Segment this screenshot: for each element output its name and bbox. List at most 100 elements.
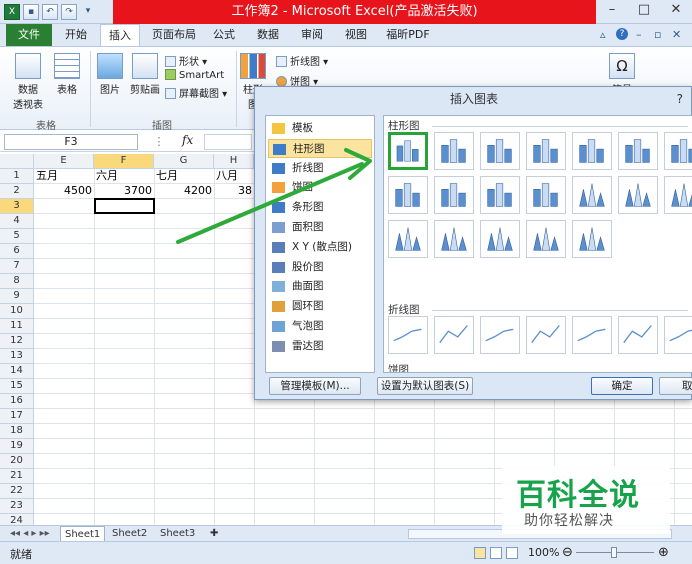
- dialog-help-button[interactable]: ?: [677, 87, 683, 111]
- row-header[interactable]: 9: [0, 289, 34, 304]
- column-subtype-thumbnail[interactable]: [572, 176, 612, 214]
- row-header[interactable]: 15: [0, 379, 34, 394]
- line-subtype-thumbnail[interactable]: [618, 316, 658, 354]
- row-header[interactable]: 22: [0, 484, 34, 499]
- close-button[interactable]: ✕: [660, 0, 692, 22]
- category-item-xy-scatter[interactable]: X Y (散点图): [268, 238, 372, 257]
- undo-icon[interactable]: ↶: [42, 4, 58, 20]
- row-header[interactable]: 3: [0, 199, 34, 214]
- clipart-button[interactable]: 剪贴画: [128, 53, 162, 96]
- tab-insert[interactable]: 插入: [100, 24, 140, 46]
- formula-input[interactable]: [204, 134, 252, 150]
- row-header[interactable]: 14: [0, 364, 34, 379]
- column-subtype-thumbnail[interactable]: [526, 132, 566, 170]
- page-layout-view-icon[interactable]: [490, 547, 502, 559]
- category-item-surface[interactable]: 曲面图: [268, 277, 372, 296]
- category-item-doughnut[interactable]: 圆环图: [268, 297, 372, 316]
- cell-G1[interactable]: 七月: [154, 169, 214, 184]
- normal-view-icon[interactable]: [474, 547, 486, 559]
- function-icon[interactable]: fx: [182, 133, 193, 147]
- column-subtype-thumbnail[interactable]: [480, 132, 520, 170]
- category-item-stock[interactable]: 股价图: [268, 258, 372, 277]
- insert-sheet-icon[interactable]: ✚: [206, 526, 222, 542]
- help-icon[interactable]: ?: [616, 28, 628, 40]
- row-header[interactable]: 16: [0, 394, 34, 409]
- column-subtype-thumbnail[interactable]: [664, 132, 692, 170]
- manage-templates-button[interactable]: 管理模板(M)...: [269, 377, 361, 395]
- column-subtype-thumbnail[interactable]: [572, 132, 612, 170]
- pivot-table-button[interactable]: 数据 透视表: [8, 53, 48, 111]
- tab-file[interactable]: 文件: [6, 24, 52, 46]
- tab-data[interactable]: 数据: [250, 24, 286, 46]
- page-break-view-icon[interactable]: [506, 547, 518, 559]
- tab-page-layout[interactable]: 页面布局: [146, 24, 202, 46]
- zoom-out-icon[interactable]: ⊖: [562, 545, 573, 560]
- category-item-column[interactable]: 柱形图: [268, 138, 372, 158]
- column-subtype-thumbnail[interactable]: [480, 176, 520, 214]
- column-subtype-thumbnail[interactable]: [388, 132, 428, 170]
- line-chart-button[interactable]: 折线图 ▾: [276, 53, 328, 68]
- category-item-bubble[interactable]: 气泡图: [268, 317, 372, 336]
- column-subtype-thumbnail[interactable]: [664, 176, 692, 214]
- cell-H1[interactable]: 八月: [214, 169, 254, 184]
- cancel-button[interactable]: 取消: [659, 377, 692, 395]
- line-subtype-thumbnail[interactable]: [664, 316, 692, 354]
- column-header[interactable]: E: [34, 154, 94, 169]
- category-item-bar[interactable]: 条形图: [268, 198, 372, 217]
- category-item-pie[interactable]: 饼图: [268, 178, 372, 197]
- select-all-corner[interactable]: [0, 154, 34, 169]
- row-header[interactable]: 17: [0, 409, 34, 424]
- column-subtype-thumbnail[interactable]: [618, 132, 658, 170]
- redo-icon[interactable]: ↷: [61, 4, 77, 20]
- tab-formulas[interactable]: 公式: [206, 24, 242, 46]
- row-header[interactable]: 18: [0, 424, 34, 439]
- row-header[interactable]: 10: [0, 304, 34, 319]
- screenshot-button[interactable]: 屏幕截图 ▾: [165, 85, 227, 100]
- ok-button[interactable]: 确定: [591, 377, 653, 395]
- name-box[interactable]: F3: [4, 134, 138, 150]
- column-subtype-thumbnail[interactable]: [388, 176, 428, 214]
- sheet-tab-sheet2[interactable]: Sheet2: [108, 526, 151, 542]
- ribbon-collapse-icon[interactable]: ▵: [600, 28, 606, 41]
- row-header[interactable]: 5: [0, 229, 34, 244]
- zoom-in-icon[interactable]: ⊕: [658, 545, 669, 560]
- zoom-slider-thumb[interactable]: [611, 547, 617, 558]
- row-header[interactable]: 2: [0, 184, 34, 199]
- cell-H2[interactable]: 38: [214, 184, 254, 199]
- minimize-button[interactable]: –: [596, 0, 628, 22]
- shapes-button[interactable]: 形状 ▾: [165, 53, 207, 68]
- line-subtype-thumbnail[interactable]: [480, 316, 520, 354]
- row-header[interactable]: 1: [0, 169, 34, 184]
- table-button[interactable]: 表格: [50, 53, 84, 96]
- column-subtype-thumbnail[interactable]: [388, 220, 428, 258]
- picture-button[interactable]: 图片: [94, 53, 126, 96]
- column-header[interactable]: G: [154, 154, 214, 169]
- row-header[interactable]: 6: [0, 244, 34, 259]
- tab-home[interactable]: 开始: [58, 24, 94, 46]
- zoom-level[interactable]: 100%: [528, 546, 559, 559]
- column-header[interactable]: H: [214, 154, 254, 169]
- sheet-tab-sheet3[interactable]: Sheet3: [156, 526, 199, 542]
- cell-F1[interactable]: 六月: [94, 169, 154, 184]
- close-workbook-icon[interactable]: ✕: [672, 28, 681, 41]
- line-subtype-thumbnail[interactable]: [434, 316, 474, 354]
- minimize-workbook-icon[interactable]: –: [636, 28, 642, 41]
- cell-G2[interactable]: 4200: [154, 184, 214, 199]
- sheet-nav-icon[interactable]: ◂◂ ◂ ▸ ▸▸: [6, 526, 54, 542]
- line-subtype-thumbnail[interactable]: [388, 316, 428, 354]
- row-header[interactable]: 8: [0, 274, 34, 289]
- column-subtype-thumbnail[interactable]: [434, 220, 474, 258]
- tab-foxit-pdf[interactable]: 福昕PDF: [380, 24, 436, 46]
- set-default-chart-button[interactable]: 设置为默认图表(S): [377, 377, 473, 395]
- line-subtype-thumbnail[interactable]: [526, 316, 566, 354]
- column-subtype-thumbnail[interactable]: [434, 176, 474, 214]
- restore-workbook-icon[interactable]: ▫: [654, 28, 661, 41]
- tab-review[interactable]: 审阅: [294, 24, 330, 46]
- row-header[interactable]: 4: [0, 214, 34, 229]
- smartart-button[interactable]: SmartArt: [165, 69, 224, 81]
- row-header[interactable]: 20: [0, 454, 34, 469]
- row-header[interactable]: 19: [0, 439, 34, 454]
- row-header[interactable]: 13: [0, 349, 34, 364]
- column-subtype-thumbnail[interactable]: [480, 220, 520, 258]
- row-header[interactable]: 21: [0, 469, 34, 484]
